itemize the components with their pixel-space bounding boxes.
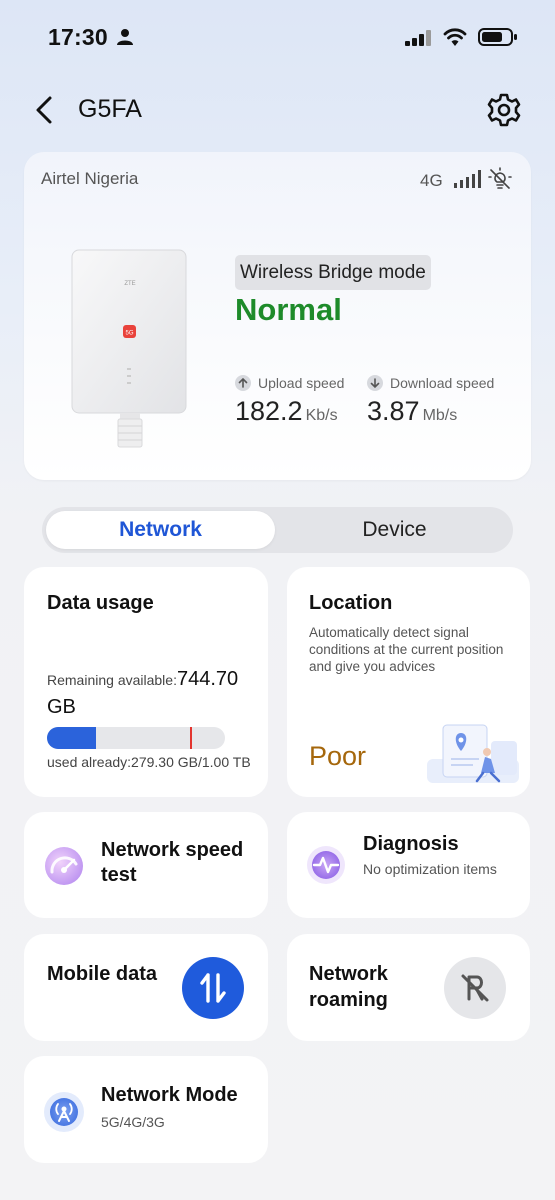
back-arrow-icon[interactable] (30, 94, 58, 126)
speed-test-card[interactable]: Network speed test (24, 812, 268, 918)
network-mode-card[interactable]: Network Mode 5G/4G/3G (24, 1056, 268, 1163)
upload-speed-label: Upload speed (258, 375, 345, 391)
status-time: 17:30 (48, 24, 108, 50)
segmented-tabs: Network Device (42, 507, 513, 553)
pulse-icon (307, 846, 345, 884)
person-icon (117, 29, 133, 45)
location-illustration-icon (427, 724, 519, 783)
download-speed-label: Download speed (390, 375, 495, 391)
download-speed-unit: Mb/s (422, 407, 458, 424)
upload-speed: Upload speed 182.2 Kb/s (235, 374, 344, 427)
usage-limit-marker (190, 727, 192, 749)
upload-speed-value: 182.2 (235, 396, 303, 426)
connection-mode-badge: Wireless Bridge mode (235, 255, 431, 290)
wifi-icon (443, 28, 467, 46)
upload-arrow-icon (235, 375, 251, 391)
signal-quality-value: Poor (309, 741, 367, 771)
network-roaming-card: Network roaming (287, 934, 530, 1041)
indicator-light-off-icon (488, 167, 512, 189)
upload-speed-unit: Kb/s (305, 407, 338, 424)
roaming-title: Network roaming (309, 963, 388, 1011)
device-status-card: Airtel Nigeria 4G ZTE 5G Wireless Bridge… (24, 152, 531, 480)
signal-strength-icon (454, 170, 481, 188)
data-transfer-icon (200, 973, 226, 1003)
location-card[interactable]: Location Automatically detect signal con… (287, 567, 530, 797)
used-data-label: used already:279.30 GB/1.00 TB (47, 754, 251, 770)
cellular-signal-icon (405, 30, 431, 46)
tab-network[interactable]: Network (46, 511, 275, 549)
usage-progress-fill (47, 727, 96, 749)
network-mode-title: Network Mode (101, 1084, 238, 1106)
diagnosis-subtitle: No optimization items (363, 861, 497, 877)
location-title: Location (309, 592, 393, 614)
usage-progress-bar (47, 727, 225, 749)
carrier-name: Airtel Nigeria (41, 169, 139, 188)
status-bar: 17:30 (0, 20, 555, 54)
page-title: G5FA (78, 95, 142, 123)
gear-icon[interactable] (486, 92, 522, 128)
device-badge-text: 5G (125, 331, 133, 337)
tab-device[interactable]: Device (280, 511, 509, 549)
device-brand-text: ZTE (124, 281, 135, 287)
diagnosis-title: Diagnosis (363, 833, 459, 855)
network-type-label: 4G (420, 171, 443, 190)
download-speed: Download speed 3.87 Mb/s (367, 374, 494, 427)
diagnosis-card[interactable]: Diagnosis No optimization items (287, 812, 530, 918)
mobile-data-card: Mobile data (24, 934, 268, 1041)
network-mode-subtitle: 5G/4G/3G (101, 1114, 165, 1130)
mobile-data-title: Mobile data (47, 963, 158, 985)
speedometer-icon (45, 847, 83, 885)
antenna-icon (44, 1092, 84, 1132)
connection-status: Normal (235, 292, 342, 327)
router-device-image: ZTE 5G (71, 249, 187, 448)
data-usage-card[interactable]: Data usage Remaining available:744.70 GB… (24, 567, 268, 797)
speed-test-title: Network speed test (101, 839, 244, 886)
remaining-data: Remaining available:744.70 GB (47, 666, 262, 722)
location-description: Automatically detect signal conditions a… (309, 625, 504, 674)
roaming-toggle[interactable] (444, 957, 506, 1019)
remaining-label: Remaining available: (47, 672, 177, 688)
download-speed-value: 3.87 (367, 396, 420, 426)
download-arrow-icon (367, 375, 383, 391)
battery-icon (478, 28, 517, 46)
data-usage-title: Data usage (47, 592, 154, 614)
mobile-data-toggle[interactable] (182, 957, 244, 1019)
roaming-off-icon (461, 974, 489, 1002)
app-header: G5FA (0, 88, 555, 132)
